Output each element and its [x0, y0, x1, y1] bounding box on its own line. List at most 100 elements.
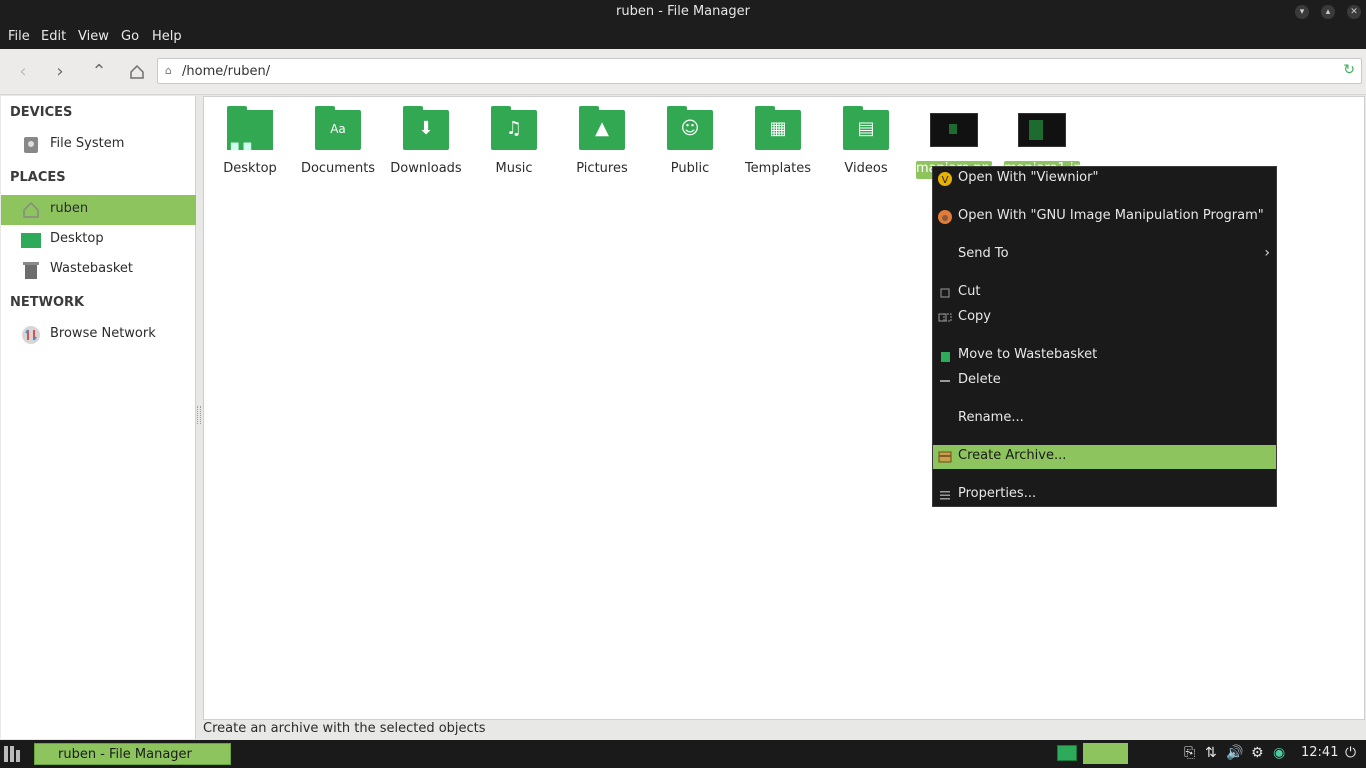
maximize-button[interactable]: ▴ — [1321, 5, 1335, 19]
title-bar: ruben - File Manager ▾ ▴ ✕ — [0, 0, 1366, 25]
file-item-templates[interactable]: ▦ Templates — [740, 106, 816, 179]
menu-item-create-archive[interactable]: Create Archive... — [933, 445, 1276, 469]
logout-icon[interactable]: ⏻ — [1345, 745, 1356, 761]
file-label: Videos — [844, 161, 888, 176]
clock[interactable]: 12:41 — [1301, 745, 1338, 760]
pane-splitter[interactable] — [197, 406, 201, 424]
taskbar-window-button[interactable]: ruben - File Manager — [34, 743, 231, 765]
network-icon[interactable]: ⇅ — [1205, 745, 1217, 761]
context-menu: V Open With "Viewnior" Open With "GNU Im… — [932, 166, 1277, 507]
file-item-desktop[interactable]: ■ ■ Desktop — [212, 106, 288, 179]
menu-item-rename[interactable]: Rename... — [933, 407, 1276, 431]
sidebar-item-desktop[interactable]: Desktop — [1, 225, 196, 255]
menu-item-open-viewnior[interactable]: V Open With "Viewnior" — [933, 167, 1276, 191]
menu-bar: File Edit View Go Help — [0, 25, 1366, 49]
sidebar-item-label: File System — [50, 136, 125, 151]
parent-folder-button[interactable]: ⌃ — [86, 59, 112, 85]
public-folder-icon: ☺ — [667, 106, 713, 150]
menu-item-label: Open With "GNU Image Manipulation Progra… — [958, 208, 1264, 223]
location-home-icon: ⌂ — [165, 64, 172, 77]
downloads-folder-icon: ⬇ — [403, 106, 449, 150]
svg-text:V: V — [942, 175, 949, 186]
menu-item-label: Move to Wastebasket — [958, 347, 1098, 362]
sidebar: DEVICES File System PLACES ruben Desktop… — [1, 96, 196, 739]
properties-icon — [940, 491, 950, 500]
sidebar-item-label: Browse Network — [50, 326, 156, 341]
location-bar[interactable]: ⌂ /home/ruben/ ↻ — [157, 58, 1362, 84]
documents-folder-icon: Aa — [315, 106, 361, 150]
menu-go[interactable]: Go — [121, 29, 139, 44]
workspace-2[interactable] — [1083, 743, 1128, 764]
file-label: Desktop — [223, 161, 277, 176]
minimize-button[interactable]: ▾ — [1295, 5, 1309, 19]
templates-folder-icon: ▦ — [755, 106, 801, 150]
sidebar-item-file-system[interactable]: File System — [1, 130, 196, 160]
menu-edit[interactable]: Edit — [41, 29, 66, 44]
file-item-videos[interactable]: ▤ Videos — [828, 106, 904, 179]
file-label: Music — [495, 161, 533, 176]
sidebar-item-ruben[interactable]: ruben — [1, 195, 196, 225]
home-icon — [130, 64, 144, 79]
location-text: /home/ruben/ — [182, 64, 271, 79]
window-title: ruben - File Manager — [616, 4, 750, 19]
clipboard-icon[interactable]: ⎘ — [1184, 745, 1195, 761]
menu-view[interactable]: View — [78, 29, 109, 44]
sidebar-item-browse-network[interactable]: Browse Network — [1, 320, 196, 350]
menu-item-properties[interactable]: Properties... — [933, 483, 1276, 507]
trash-icon — [941, 352, 950, 362]
workspace-1[interactable] — [1057, 745, 1077, 761]
taskbar: ruben - File Manager ⎘ ⇅ 🔊 ⚙ ◉ 12:41 ⏻ — [0, 740, 1366, 768]
reload-icon[interactable]: ↻ — [1343, 62, 1355, 78]
forward-button[interactable]: › — [47, 59, 73, 85]
pictures-folder-icon: ▲ — [579, 106, 625, 150]
close-button[interactable]: ✕ — [1347, 5, 1361, 19]
sidebar-item-label: ruben — [50, 201, 89, 216]
menu-item-label: Rename... — [958, 410, 1024, 425]
menu-item-open-gimp[interactable]: Open With "GNU Image Manipulation Progra… — [933, 205, 1276, 229]
file-item-public[interactable]: ☺ Public — [652, 106, 728, 179]
taskbar-window-label: ruben - File Manager — [58, 747, 192, 762]
sidebar-item-wastebasket[interactable]: Wastebasket — [1, 255, 196, 285]
delete-icon — [940, 380, 950, 382]
network-heading: NETWORK — [10, 295, 85, 310]
home-button[interactable] — [124, 59, 150, 85]
trash-icon — [23, 262, 39, 279]
image-thumbnail — [1018, 113, 1066, 147]
home-folder-icon — [23, 201, 39, 218]
menu-item-label: Properties... — [958, 486, 1037, 501]
settings-icon[interactable]: ⚙ — [1251, 745, 1264, 761]
menu-help[interactable]: Help — [152, 29, 182, 44]
file-item-pictures[interactable]: ▲ Pictures — [564, 106, 640, 179]
menu-item-label: Copy — [958, 309, 991, 324]
copy-icon — [938, 313, 952, 322]
menu-item-copy[interactable]: Copy — [933, 306, 1276, 330]
update-icon[interactable]: ◉ — [1273, 745, 1285, 761]
volume-icon[interactable]: 🔊 — [1226, 745, 1243, 761]
menu-item-label: Delete — [958, 372, 1001, 387]
menu-item-delete[interactable]: Delete — [933, 369, 1276, 393]
menu-file[interactable]: File — [8, 29, 30, 44]
menu-start-icon[interactable] — [4, 746, 20, 762]
desktop-icon — [21, 233, 41, 248]
cut-icon — [940, 288, 950, 298]
back-button[interactable]: ‹ — [10, 59, 36, 85]
file-label: Pictures — [576, 161, 628, 176]
gimp-icon — [938, 210, 952, 224]
menu-item-move-to-wastebasket[interactable]: Move to Wastebasket — [933, 344, 1276, 368]
file-item-downloads[interactable]: ⬇ Downloads — [388, 106, 464, 179]
file-item-music[interactable]: ♫ Music — [476, 106, 552, 179]
videos-folder-icon: ▤ — [843, 106, 889, 150]
menu-item-label: Create Archive... — [958, 448, 1067, 463]
file-item-documents[interactable]: Aa Documents — [300, 106, 376, 179]
music-folder-icon: ♫ — [491, 106, 537, 150]
viewnior-icon: V — [938, 172, 952, 186]
file-label: Templates — [744, 161, 812, 176]
devices-heading: DEVICES — [10, 105, 73, 120]
file-label: Public — [670, 161, 710, 176]
drive-icon — [24, 137, 38, 153]
menu-item-cut[interactable]: Cut — [933, 281, 1276, 305]
menu-item-send-to[interactable]: Send To › — [933, 243, 1276, 267]
image-thumbnail — [930, 113, 978, 147]
network-icon — [22, 326, 40, 344]
places-heading: PLACES — [10, 170, 66, 185]
